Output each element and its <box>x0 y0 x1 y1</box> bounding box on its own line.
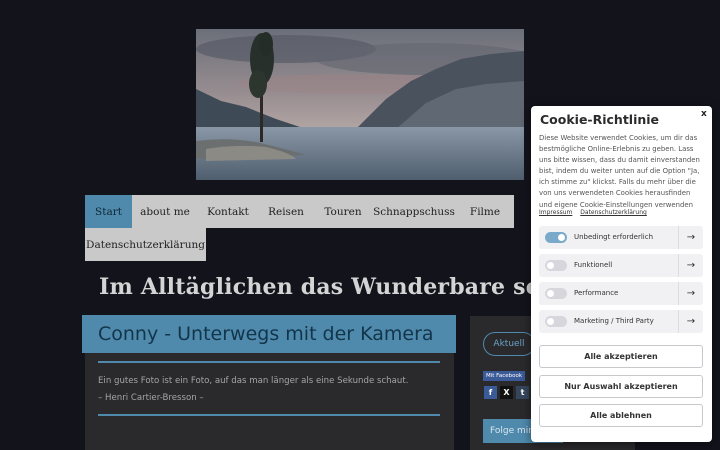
quote-text: Ein gutes Foto ist ein Foto, auf das man… <box>98 376 409 386</box>
x-icon[interactable]: X <box>500 386 513 399</box>
nav-item-start[interactable]: Start <box>85 195 132 228</box>
category-label: Funktionell <box>574 261 613 269</box>
cookie-category-functional: Funktionell → <box>539 254 703 277</box>
nav-item-filme[interactable]: Filme <box>456 195 514 228</box>
arrow-right-icon[interactable]: → <box>678 310 703 333</box>
category-label: Unbedingt erforderlich <box>574 233 654 241</box>
category-label: Performance <box>574 289 619 297</box>
nav-item-about-me[interactable]: about me <box>132 195 198 228</box>
tumblr-icon[interactable]: t <box>516 386 529 399</box>
cookie-category-necessary: Unbedingt erforderlich → <box>539 226 703 249</box>
cookie-text-line: bestmögliche Online-Erlebnis zu geben. L… <box>539 145 694 154</box>
nav-item-kontakt[interactable]: Kontakt <box>198 195 258 228</box>
toggle-functional[interactable] <box>545 260 567 271</box>
datenschutz-link[interactable]: Datenschutzerklärung <box>580 209 647 216</box>
arrow-right-icon[interactable]: → <box>678 226 703 249</box>
content-title: Conny - Unterwegs mit der Kamera <box>98 323 434 345</box>
cookie-dialog: x Cookie-Richtlinie Diese Website verwen… <box>531 106 712 442</box>
cookie-text-line: ich stimme zu" klickst. Falls du mehr üb… <box>539 178 696 187</box>
impressum-link[interactable]: Impressum <box>539 209 572 216</box>
nav-item-touren[interactable]: Touren <box>314 195 372 228</box>
divider-top <box>98 361 440 363</box>
toggle-marketing[interactable] <box>545 316 567 327</box>
main-navigation: Start about me Kontakt Reisen Touren Sch… <box>85 195 514 261</box>
arrow-right-icon[interactable]: → <box>678 254 703 277</box>
nav-item-datenschutz[interactable]: Datenschutzerklärung <box>85 228 206 261</box>
cookie-category-performance: Performance → <box>539 282 703 305</box>
aktuell-button[interactable]: Aktuell <box>483 332 535 356</box>
cookie-links: Impressum Datenschutzerklärung <box>539 209 653 216</box>
accept-all-button[interactable]: Alle akzeptieren <box>539 345 703 368</box>
content-banner: Conny - Unterwegs mit der Kamera <box>82 315 456 353</box>
cookie-category-marketing: Marketing / Third Party → <box>539 310 703 333</box>
category-label: Marketing / Third Party <box>574 317 654 325</box>
close-icon[interactable]: x <box>701 109 707 119</box>
cookie-description: Diese Website verwendet Cookies, um dir … <box>539 133 705 211</box>
quote-author: – Henri Cartier-Bresson – <box>98 393 204 403</box>
reject-all-button[interactable]: Alle ablehnen <box>539 404 703 427</box>
divider-bottom <box>98 414 440 416</box>
nav-item-reisen[interactable]: Reisen <box>258 195 314 228</box>
toggle-performance[interactable] <box>545 288 567 299</box>
facebook-icon[interactable]: f <box>484 386 497 399</box>
nav-item-schnappschuss[interactable]: Schnappschuss <box>372 195 456 228</box>
toggle-necessary[interactable] <box>545 232 567 243</box>
cookie-text-line: uns bitte wissen, dass du damit einverst… <box>539 156 700 165</box>
header-photo <box>196 29 524 180</box>
facebook-like-label[interactable]: Mit Facebook <box>483 371 526 381</box>
site-title: Im Alltäglichen das Wunderbare sehen <box>99 274 587 300</box>
cookie-title: Cookie-Richtlinie <box>540 112 660 127</box>
cookie-text-line: Diese Website verwendet Cookies, um dir … <box>539 134 698 142</box>
cookie-text-line: bist, indem du weiter unten auf die Opti… <box>539 167 700 176</box>
lake-tree-photo <box>196 29 524 180</box>
accept-selection-button[interactable]: Nur Auswahl akzeptieren <box>539 375 703 398</box>
cookie-text-line: von uns verwendeten Cookies herausfinden <box>539 189 691 198</box>
arrow-right-icon[interactable]: → <box>678 282 703 305</box>
